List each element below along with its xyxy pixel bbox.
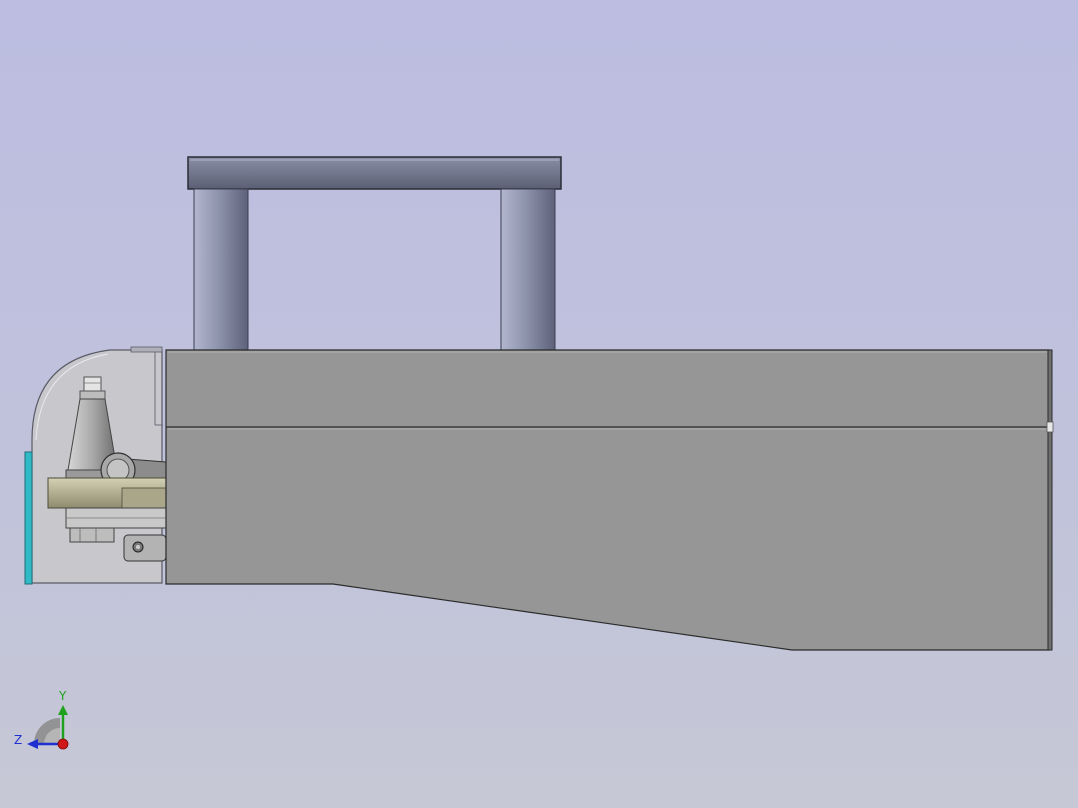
end-flange <box>1046 349 1054 651</box>
mount-bracket <box>123 534 167 562</box>
z-axis-arrow <box>27 739 38 749</box>
cad-viewport[interactable]: Y Z <box>0 0 1078 808</box>
y-axis-arrow <box>58 705 68 715</box>
y-axis-label: Y <box>58 689 67 703</box>
viewing-window <box>24 451 33 585</box>
z-axis-label: Z <box>14 733 22 747</box>
right-pillar <box>500 188 556 352</box>
model-view: Y Z <box>14 156 1054 750</box>
top-beam <box>187 156 562 190</box>
orientation-triad: Y Z <box>14 689 69 750</box>
main-housing <box>165 349 1050 651</box>
x-axis-dot <box>57 738 69 750</box>
left-pillar <box>193 188 249 352</box>
